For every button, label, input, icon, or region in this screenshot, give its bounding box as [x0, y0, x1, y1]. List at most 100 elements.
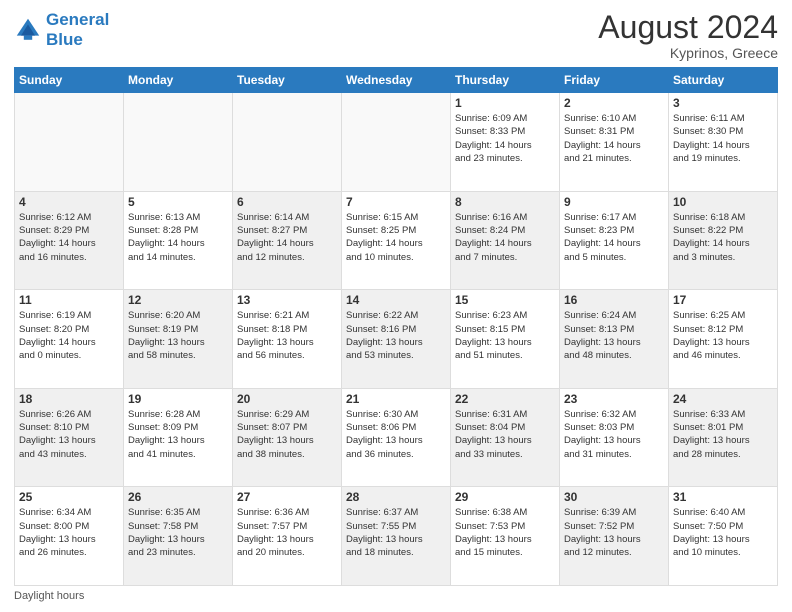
table-row: 13Sunrise: 6:21 AM Sunset: 8:18 PM Dayli…	[233, 290, 342, 389]
table-row: 28 Sunrise: 6:37 AM Sunset: 7:55 PM Dayli…	[342, 487, 451, 586]
table-row: 7 Sunrise: 6:15 AM Sunset: 8:25 PM Daylig…	[342, 191, 451, 290]
table-row: 10 Sunrise: 6:18 AM Sunset: 8:22 PM Dayli…	[669, 191, 778, 290]
day-info: Sunrise: 6:31 AM Sunset: 8:04 PM Dayligh…	[455, 408, 555, 461]
day-info: Sunrise: 6:34 AM Sunset: 8:00 PM Dayligh…	[19, 506, 119, 559]
table-row: 6 Sunrise: 6:14 AM Sunset: 8:27 PM Daylig…	[233, 191, 342, 290]
table-row: 15Sunrise: 6:23 AM Sunset: 8:15 PM Dayli…	[451, 290, 560, 389]
day-info: Sunrise: 6:15 AM Sunset: 8:25 PM Dayligh…	[346, 211, 446, 264]
table-row: 1 Sunrise: 6:09 AM Sunset: 8:33 PM Daylig…	[451, 93, 560, 192]
calendar-week-row: 11 Sunrise: 6:19 AM Sunset: 8:20 PM Dayli…	[15, 290, 778, 389]
day-number: 2	[564, 96, 664, 110]
day-info: Sunrise: 6:10 AM Sunset: 8:31 PM Dayligh…	[564, 112, 664, 165]
day-number: 3	[673, 96, 773, 110]
col-monday: Monday	[124, 68, 233, 93]
month-title: August 2024	[598, 10, 778, 45]
day-number: 31	[673, 490, 773, 504]
table-row: 24 Sunrise: 6:33 AM Sunset: 8:01 PM Dayli…	[669, 388, 778, 487]
table-row	[15, 93, 124, 192]
day-info: Sunrise: 6:37 AM Sunset: 7:55 PM Dayligh…	[346, 506, 446, 559]
table-row: 21Sunrise: 6:30 AM Sunset: 8:06 PM Dayli…	[342, 388, 451, 487]
day-info: Sunrise: 6:35 AM Sunset: 7:58 PM Dayligh…	[128, 506, 228, 559]
logo: General Blue	[14, 10, 109, 49]
calendar-table: Sunday Monday Tuesday Wednesday Thursday…	[14, 67, 778, 586]
table-row: 9 Sunrise: 6:17 AM Sunset: 8:23 PM Daylig…	[560, 191, 669, 290]
table-row: 31Sunrise: 6:40 AM Sunset: 7:50 PM Dayli…	[669, 487, 778, 586]
table-row: 18Sunrise: 6:26 AM Sunset: 8:10 PM Dayli…	[15, 388, 124, 487]
day-info: Sunrise: 6:21 AM Sunset: 8:18 PM Dayligh…	[237, 309, 337, 362]
day-number: 5	[128, 195, 228, 209]
table-row: 5 Sunrise: 6:13 AM Sunset: 8:28 PM Daylig…	[124, 191, 233, 290]
logo-text: General Blue	[46, 10, 109, 49]
day-info: Sunrise: 6:11 AM Sunset: 8:30 PM Dayligh…	[673, 112, 773, 165]
day-number: 27	[237, 490, 337, 504]
day-number: 28	[346, 490, 446, 504]
day-info: Sunrise: 6:19 AM Sunset: 8:20 PM Dayligh…	[19, 309, 119, 362]
day-info: Sunrise: 6:16 AM Sunset: 8:24 PM Dayligh…	[455, 211, 555, 264]
table-row: 23Sunrise: 6:32 AM Sunset: 8:03 PM Dayli…	[560, 388, 669, 487]
day-number: 21	[346, 392, 446, 406]
logo-icon	[14, 16, 42, 44]
day-number: 12	[128, 293, 228, 307]
table-row	[124, 93, 233, 192]
calendar-week-row: 1 Sunrise: 6:09 AM Sunset: 8:33 PM Daylig…	[15, 93, 778, 192]
day-info: Sunrise: 6:28 AM Sunset: 8:09 PM Dayligh…	[128, 408, 228, 461]
col-wednesday: Wednesday	[342, 68, 451, 93]
table-row	[233, 93, 342, 192]
col-saturday: Saturday	[669, 68, 778, 93]
day-number: 4	[19, 195, 119, 209]
day-info: Sunrise: 6:36 AM Sunset: 7:57 PM Dayligh…	[237, 506, 337, 559]
calendar-week-row: 18Sunrise: 6:26 AM Sunset: 8:10 PM Dayli…	[15, 388, 778, 487]
day-info: Sunrise: 6:24 AM Sunset: 8:13 PM Dayligh…	[564, 309, 664, 362]
col-tuesday: Tuesday	[233, 68, 342, 93]
day-number: 7	[346, 195, 446, 209]
calendar-header-row: Sunday Monday Tuesday Wednesday Thursday…	[15, 68, 778, 93]
table-row: 3 Sunrise: 6:11 AM Sunset: 8:30 PM Daylig…	[669, 93, 778, 192]
footer-note: Daylight hours	[14, 590, 778, 602]
table-row: 27 Sunrise: 6:36 AM Sunset: 7:57 PM Dayli…	[233, 487, 342, 586]
day-number: 19	[128, 392, 228, 406]
day-number: 14	[346, 293, 446, 307]
day-number: 16	[564, 293, 664, 307]
day-number: 30	[564, 490, 664, 504]
day-number: 24	[673, 392, 773, 406]
header: General Blue August 2024 Kyprinos, Greec…	[14, 10, 778, 61]
day-info: Sunrise: 6:22 AM Sunset: 8:16 PM Dayligh…	[346, 309, 446, 362]
day-number: 8	[455, 195, 555, 209]
table-row: 19 Sunrise: 6:28 AM Sunset: 8:09 PM Dayli…	[124, 388, 233, 487]
table-row: 12Sunrise: 6:20 AM Sunset: 8:19 PM Dayli…	[124, 290, 233, 389]
day-info: Sunrise: 6:39 AM Sunset: 7:52 PM Dayligh…	[564, 506, 664, 559]
col-friday: Friday	[560, 68, 669, 93]
table-row: 20 Sunrise: 6:29 AM Sunset: 8:07 PM Dayli…	[233, 388, 342, 487]
location: Kyprinos, Greece	[598, 45, 778, 61]
day-number: 1	[455, 96, 555, 110]
table-row: 11 Sunrise: 6:19 AM Sunset: 8:20 PM Dayli…	[15, 290, 124, 389]
day-number: 20	[237, 392, 337, 406]
day-info: Sunrise: 6:12 AM Sunset: 8:29 PM Dayligh…	[19, 211, 119, 264]
table-row: 26Sunrise: 6:35 AM Sunset: 7:58 PM Dayli…	[124, 487, 233, 586]
day-info: Sunrise: 6:33 AM Sunset: 8:01 PM Dayligh…	[673, 408, 773, 461]
day-number: 15	[455, 293, 555, 307]
day-number: 29	[455, 490, 555, 504]
day-info: Sunrise: 6:26 AM Sunset: 8:10 PM Dayligh…	[19, 408, 119, 461]
day-number: 9	[564, 195, 664, 209]
day-info: Sunrise: 6:17 AM Sunset: 8:23 PM Dayligh…	[564, 211, 664, 264]
table-row: 17Sunrise: 6:25 AM Sunset: 8:12 PM Dayli…	[669, 290, 778, 389]
day-number: 22	[455, 392, 555, 406]
day-info: Sunrise: 6:29 AM Sunset: 8:07 PM Dayligh…	[237, 408, 337, 461]
day-number: 17	[673, 293, 773, 307]
day-number: 11	[19, 293, 119, 307]
table-row	[342, 93, 451, 192]
day-number: 6	[237, 195, 337, 209]
day-number: 25	[19, 490, 119, 504]
day-info: Sunrise: 6:18 AM Sunset: 8:22 PM Dayligh…	[673, 211, 773, 264]
table-row: 8 Sunrise: 6:16 AM Sunset: 8:24 PM Daylig…	[451, 191, 560, 290]
table-row: 22 Sunrise: 6:31 AM Sunset: 8:04 PM Dayli…	[451, 388, 560, 487]
table-row: 2 Sunrise: 6:10 AM Sunset: 8:31 PM Daylig…	[560, 93, 669, 192]
day-number: 10	[673, 195, 773, 209]
table-row: 25 Sunrise: 6:34 AM Sunset: 8:00 PM Dayli…	[15, 487, 124, 586]
day-info: Sunrise: 6:14 AM Sunset: 8:27 PM Dayligh…	[237, 211, 337, 264]
day-info: Sunrise: 6:13 AM Sunset: 8:28 PM Dayligh…	[128, 211, 228, 264]
day-info: Sunrise: 6:09 AM Sunset: 8:33 PM Dayligh…	[455, 112, 555, 165]
day-info: Sunrise: 6:38 AM Sunset: 7:53 PM Dayligh…	[455, 506, 555, 559]
col-sunday: Sunday	[15, 68, 124, 93]
